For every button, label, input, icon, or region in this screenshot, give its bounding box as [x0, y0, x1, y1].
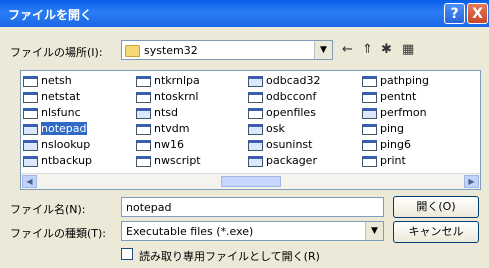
list-item[interactable]: print — [362, 153, 429, 169]
file-icon — [136, 139, 151, 151]
open-button[interactable]: 開く(O) — [393, 196, 479, 218]
list-item[interactable]: openfiles — [248, 105, 320, 121]
file-icon — [362, 155, 377, 167]
view-menu-icon[interactable]: ▦ — [402, 42, 414, 57]
close-button[interactable]: X — [467, 3, 488, 24]
list-item[interactable]: nslookup — [23, 137, 92, 153]
folder-icon — [125, 45, 140, 57]
file-icon — [136, 123, 151, 135]
list-item[interactable]: packager — [248, 153, 320, 169]
uninstall-icon — [248, 139, 263, 151]
file-column-4: pathping pentnt perfmon ping ping6 print — [362, 73, 429, 169]
file-icon — [136, 75, 151, 87]
scroll-right-icon[interactable]: ▶ — [464, 175, 479, 188]
list-item[interactable]: osuninst — [248, 137, 320, 153]
file-list[interactable]: netsh netstat nlsfunc notepad nslookup n… — [20, 70, 481, 190]
lookin-dropdown[interactable]: system32 ▼ — [121, 40, 333, 60]
readonly-label: 読み取り専用ファイルとして開く(R) — [139, 250, 320, 263]
perfmon-icon — [362, 107, 377, 119]
readonly-checkbox[interactable] — [121, 248, 133, 260]
list-item-selected[interactable]: notepad — [23, 121, 92, 137]
filename-input[interactable]: notepad — [121, 197, 384, 217]
filename-label: ファイル名(N): — [10, 203, 86, 216]
title-bar[interactable]: ファイルを開く ? X — [0, 0, 489, 27]
filetype-dropdown[interactable]: Executable files (*.exe) ▼ — [121, 221, 384, 241]
back-icon[interactable]: ← — [342, 42, 353, 57]
chevron-down-icon[interactable]: ▼ — [314, 41, 332, 59]
file-icon — [136, 91, 151, 103]
lookin-value: system32 — [144, 44, 198, 57]
list-item[interactable]: perfmon — [362, 105, 429, 121]
file-column-3: odbcad32 odbcconf openfiles osk osuninst… — [248, 73, 320, 169]
backup-icon — [23, 155, 38, 167]
file-icon — [23, 91, 38, 103]
new-folder-icon[interactable]: ✱ — [381, 42, 392, 57]
help-button[interactable]: ? — [444, 3, 465, 24]
notepad-icon — [23, 123, 38, 135]
list-item[interactable]: odbcconf — [248, 89, 320, 105]
file-icon — [248, 107, 263, 119]
lookin-label: ファイルの場所(I): — [10, 46, 103, 59]
list-item[interactable]: ntvdm — [136, 121, 201, 137]
file-icon — [362, 123, 377, 135]
list-item[interactable]: ping6 — [362, 137, 429, 153]
file-column-1: netsh netstat nlsfunc notepad nslookup n… — [23, 73, 92, 169]
file-icon — [362, 139, 377, 151]
filename-value: notepad — [126, 201, 172, 214]
file-icon — [23, 75, 38, 87]
cancel-button[interactable]: キャンセル — [393, 221, 479, 243]
list-item[interactable]: nlsfunc — [23, 105, 92, 121]
file-icon — [362, 75, 377, 87]
list-item[interactable]: osk — [248, 121, 320, 137]
package-icon — [248, 155, 263, 167]
list-item[interactable]: ping — [362, 121, 429, 137]
file-icon — [362, 91, 377, 103]
filetype-label: ファイルの種類(T): — [10, 227, 107, 240]
list-item[interactable]: netsh — [23, 73, 92, 89]
window-title: ファイルを開く — [8, 8, 93, 22]
scroll-left-icon[interactable]: ◀ — [22, 175, 37, 188]
list-item[interactable]: pentnt — [362, 89, 429, 105]
file-icon — [136, 155, 151, 167]
list-item[interactable]: nwscript — [136, 153, 201, 169]
list-item[interactable]: ntsd — [136, 105, 201, 121]
list-item[interactable]: nw16 — [136, 137, 201, 153]
file-icon — [23, 107, 38, 119]
list-item[interactable]: odbcad32 — [248, 73, 320, 89]
file-icon — [248, 91, 263, 103]
scroll-thumb[interactable] — [221, 176, 281, 187]
list-item[interactable]: pathping — [362, 73, 429, 89]
chevron-down-icon[interactable]: ▼ — [365, 222, 383, 240]
file-column-2: ntkrnlpa ntoskrnl ntsd ntvdm nw16 nwscri… — [136, 73, 201, 169]
horizontal-scrollbar[interactable]: ◀ ▶ — [21, 173, 480, 189]
list-item[interactable]: netstat — [23, 89, 92, 105]
keyboard-icon — [248, 123, 263, 135]
list-item[interactable]: ntoskrnl — [136, 89, 201, 105]
file-icon — [136, 107, 151, 119]
open-file-dialog: ファイルを開く ? X ファイルの場所(I): system32 ▼ ← ⇑ ✱… — [0, 0, 489, 268]
up-folder-icon[interactable]: ⇑ — [362, 42, 373, 57]
list-item[interactable]: ntkrnlpa — [136, 73, 201, 89]
database-icon — [248, 75, 263, 87]
list-item[interactable]: ntbackup — [23, 153, 92, 169]
filetype-value: Executable files (*.exe) — [126, 225, 254, 238]
network-icon — [23, 139, 38, 151]
